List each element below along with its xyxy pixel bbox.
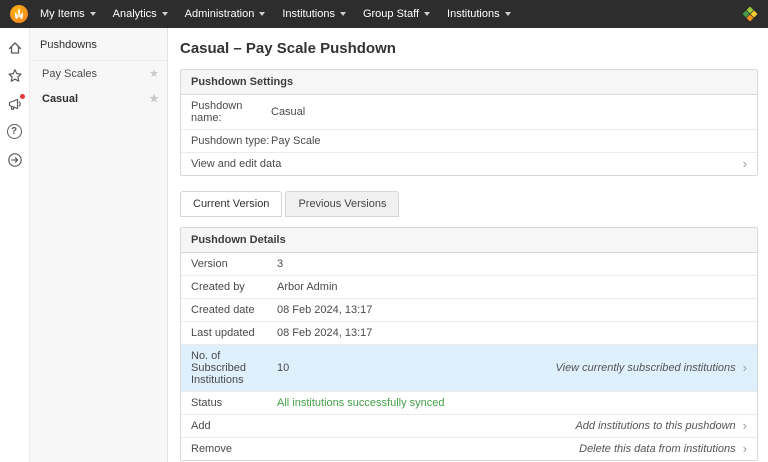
page-title: Casual – Pay Scale Pushdown — [180, 40, 758, 57]
star-icon — [7, 68, 23, 84]
detail-row-version: Version 3 — [181, 253, 757, 276]
action-label: Add institutions to this pushdown — [575, 420, 735, 432]
nav-item-group-staff[interactable]: Group Staff — [363, 8, 430, 20]
nav-item-label: My Items — [40, 8, 85, 20]
home-icon — [7, 40, 23, 56]
nav-item-administration[interactable]: Administration — [185, 8, 266, 20]
add-institutions-link[interactable]: Add institutions to this pushdown › — [575, 420, 747, 432]
partner-apps-icon[interactable] — [742, 6, 758, 22]
field-value: 10 — [277, 362, 289, 374]
field-label: Last updated — [191, 327, 277, 339]
chevron-right-icon: › — [743, 363, 747, 373]
nav-item-institutions-2[interactable]: Institutions — [447, 8, 511, 20]
nav-item-label: Group Staff — [363, 8, 419, 20]
chevron-down-icon — [259, 12, 265, 16]
top-nav-bar: My Items Analytics Administration Instit… — [0, 0, 768, 28]
star-icon[interactable]: ★ — [149, 67, 159, 80]
status-value: All institutions successfully synced — [277, 397, 445, 409]
chevron-down-icon — [505, 12, 511, 16]
detail-row-subscribed-institutions: No. of Subscribed Institutions 10 View c… — [181, 345, 757, 392]
sidebar-item-pushdowns[interactable]: Pushdowns — [30, 28, 167, 61]
field-label: Add — [191, 420, 277, 432]
arbor-logo-icon — [10, 5, 28, 23]
favourites-button[interactable] — [7, 68, 23, 84]
chevron-down-icon — [162, 12, 168, 16]
field-value: 3 — [277, 258, 283, 270]
view-subscribed-institutions-link[interactable]: View currently subscribed institutions › — [555, 362, 747, 374]
nav-item-label: Institutions — [282, 8, 335, 20]
field-value: Casual — [271, 106, 305, 118]
field-label: Pushdown name: — [191, 100, 271, 124]
sidebar-item-casual[interactable]: Casual ★ — [30, 86, 167, 111]
setting-row-type: Pushdown type: Pay Scale — [181, 130, 757, 153]
logout-arrow-icon — [7, 152, 23, 168]
nav-item-label: Institutions — [447, 8, 500, 20]
detail-row-created-date: Created date 08 Feb 2024, 13:17 — [181, 299, 757, 322]
nav-item-institutions[interactable]: Institutions — [282, 8, 346, 20]
tab-previous-versions[interactable]: Previous Versions — [285, 191, 399, 217]
field-label: Pushdown type: — [191, 135, 271, 147]
field-label: No. of Subscribed Institutions — [191, 350, 277, 386]
view-and-edit-data-row[interactable]: View and edit data › — [181, 153, 757, 175]
action-label: View currently subscribed institutions — [555, 362, 735, 374]
sidebar-item-label: Casual — [42, 93, 78, 105]
tab-label: Current Version — [193, 198, 269, 210]
tab-current-version[interactable]: Current Version — [180, 191, 282, 217]
sidebar-item-label: Pay Scales — [42, 68, 97, 80]
sidebar-item-pay-scales[interactable]: Pay Scales ★ — [30, 61, 167, 86]
detail-row-created-by: Created by Arbor Admin — [181, 276, 757, 299]
chevron-down-icon — [340, 12, 346, 16]
field-label: Remove — [191, 443, 277, 455]
icon-rail — [0, 28, 30, 462]
nav-item-analytics[interactable]: Analytics — [113, 8, 168, 20]
arbor-logo[interactable] — [10, 5, 28, 23]
delete-data-link[interactable]: Delete this data from institutions › — [579, 443, 747, 455]
chevron-right-icon: › — [743, 444, 747, 454]
announcements-button[interactable] — [7, 96, 23, 112]
panel-header: Pushdown Details — [181, 228, 757, 253]
field-label: Created date — [191, 304, 277, 316]
field-label: Status — [191, 397, 277, 409]
star-icon[interactable]: ★ — [149, 92, 159, 105]
detail-row-status: Status All institutions successfully syn… — [181, 392, 757, 415]
tab-label: Previous Versions — [298, 198, 386, 210]
help-button[interactable] — [7, 124, 23, 140]
field-value: 08 Feb 2024, 13:17 — [277, 327, 372, 339]
nav-item-my-items[interactable]: My Items — [40, 8, 96, 20]
detail-row-add: Add Add institutions to this pushdown › — [181, 415, 757, 438]
chevron-down-icon — [90, 12, 96, 16]
pushdown-settings-panel: Pushdown Settings Pushdown name: Casual … — [180, 69, 758, 176]
field-label: Version — [191, 258, 277, 270]
home-button[interactable] — [7, 40, 23, 56]
sidebar-root-label: Pushdowns — [40, 39, 97, 51]
version-tabs: Current Version Previous Versions — [180, 191, 758, 217]
field-label: Created by — [191, 281, 277, 293]
chevron-right-icon: › — [743, 159, 747, 169]
field-value: 08 Feb 2024, 13:17 — [277, 304, 372, 316]
logout-button[interactable] — [7, 152, 23, 168]
notification-badge — [19, 93, 26, 100]
detail-row-last-updated: Last updated 08 Feb 2024, 13:17 — [181, 322, 757, 345]
field-value: Pay Scale — [271, 135, 321, 147]
row-label: View and edit data — [191, 158, 281, 170]
pushdown-details-panel: Pushdown Details Version 3 Created by Ar… — [180, 227, 758, 461]
nav-item-label: Administration — [185, 8, 255, 20]
app-window: My Items Analytics Administration Instit… — [0, 0, 768, 462]
main-content: Casual – Pay Scale Pushdown Pushdown Set… — [168, 28, 768, 462]
setting-row-name: Pushdown name: Casual — [181, 95, 757, 130]
field-value: Arbor Admin — [277, 281, 338, 293]
detail-row-remove: Remove Delete this data from institution… — [181, 438, 757, 460]
action-label: Delete this data from institutions — [579, 443, 736, 455]
panel-header: Pushdown Settings — [181, 70, 757, 95]
chevron-right-icon: › — [743, 421, 747, 431]
chevron-down-icon — [424, 12, 430, 16]
help-icon — [7, 124, 22, 139]
nav-item-label: Analytics — [113, 8, 157, 20]
module-sidebar: Pushdowns Pay Scales ★ Casual ★ — [30, 28, 168, 462]
